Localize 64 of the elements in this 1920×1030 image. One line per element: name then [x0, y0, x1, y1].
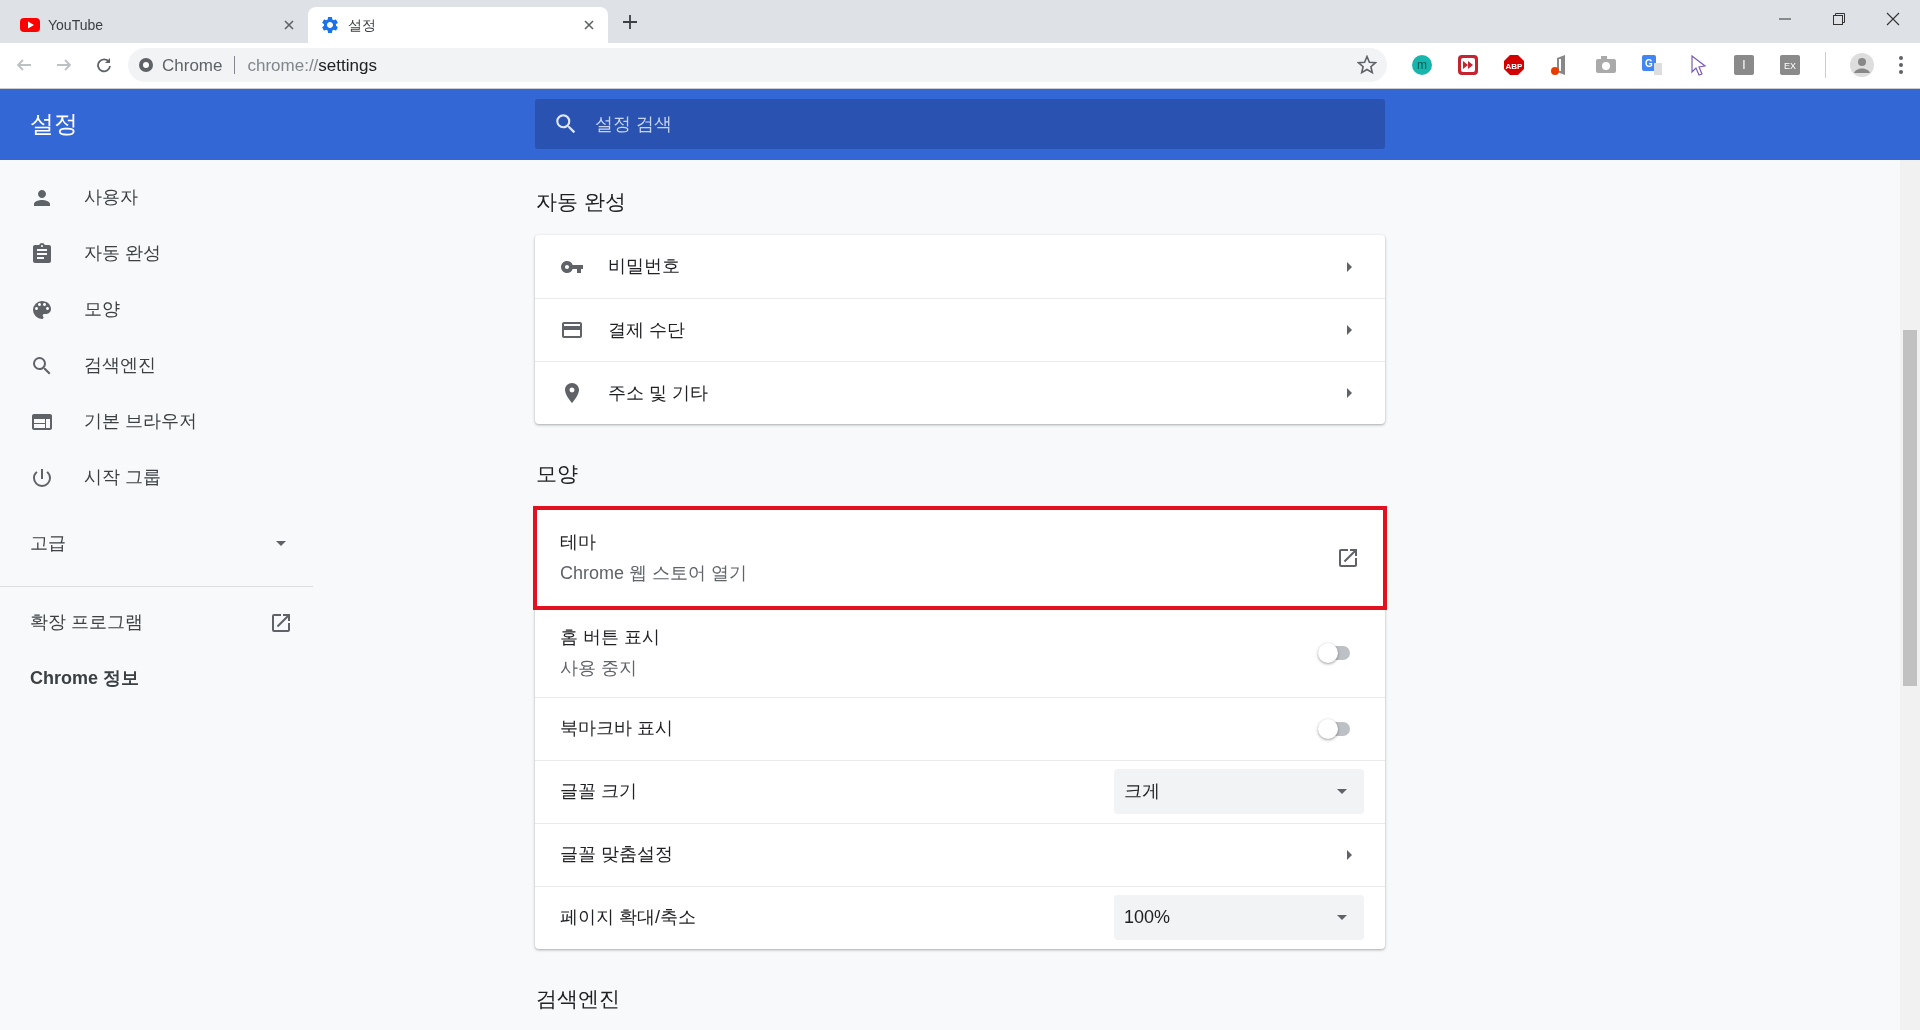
menu-icon[interactable]	[1898, 55, 1904, 76]
setting-label: 페이지 확대/축소	[560, 906, 697, 930]
setting-label: 글꼴 크기	[560, 780, 638, 804]
assignment-icon	[30, 241, 54, 266]
section-title: 모양	[536, 461, 579, 488]
tab-title: YouTube	[48, 15, 104, 35]
address-bar[interactable]: Chrome chrome://settings	[128, 48, 1388, 83]
section-title: 자동 완성	[536, 188, 627, 215]
dropdown-arrow-icon	[1337, 915, 1347, 921]
new-tab-icon[interactable]	[622, 14, 638, 30]
setting-label: 북마크바 표시	[560, 717, 674, 741]
browser-tab[interactable]: YouTube	[8, 7, 308, 43]
bookmark-star-icon[interactable]	[1357, 55, 1378, 76]
stop-sign-icon[interactable]: ABP	[1503, 54, 1526, 77]
settings-row[interactable]: 결제 수단	[535, 298, 1385, 362]
settings-row[interactable]: 주소 및 기타	[535, 361, 1385, 425]
chevron-right-icon	[1347, 325, 1352, 336]
scrollbar[interactable]	[1900, 159, 1920, 1030]
sidebar-item[interactable]: 검색엔진	[0, 337, 313, 394]
chevron-right-icon	[1347, 388, 1352, 399]
setting-label: 테마	[560, 530, 597, 554]
avatar-icon[interactable]	[1850, 53, 1874, 78]
sidebar-item[interactable]: 시작 그룹	[0, 449, 313, 506]
close-icon[interactable]	[282, 18, 296, 32]
setting-label: 비밀번호	[608, 255, 681, 279]
sidebar-item[interactable]: 모양	[0, 281, 313, 338]
toggle-switch[interactable]	[1318, 718, 1352, 739]
close-icon[interactable]	[1886, 12, 1900, 26]
page-title: 설정	[29, 109, 79, 140]
browser-tab[interactable]: 설정	[308, 7, 608, 43]
sidebar-item[interactable]: 자동 완성	[0, 225, 313, 282]
sidebar-link[interactable]: Chrome 정보	[0, 650, 313, 707]
settings-row[interactable]: 비밀번호	[535, 235, 1385, 299]
video-logo-icon	[20, 17, 40, 33]
sidebar-link[interactable]: 확장 프로그램	[0, 594, 313, 651]
setting-description: Chrome 웹 스토어 열기	[560, 561, 749, 585]
scrollbar-thumb[interactable]	[1903, 329, 1917, 686]
settings-icon	[320, 15, 340, 35]
dropdown-select[interactable]: 100%	[1114, 895, 1364, 941]
setting-label: 주소 및 기타	[608, 381, 709, 405]
settings-row[interactable]: 테마 Chrome 웹 스토어 열기	[535, 507, 1385, 608]
url-text: chrome://settings	[247, 54, 378, 77]
origin-label: Chrome	[162, 54, 223, 77]
fast-forward-icon[interactable]	[1457, 54, 1480, 77]
dropdown-arrow-icon	[1337, 789, 1347, 795]
chevron-right-icon	[1347, 261, 1352, 272]
settings-row[interactable]: 글꼴 맞춤설정	[535, 822, 1385, 886]
tab-title: 설정	[348, 15, 377, 35]
site-info-icon[interactable]	[138, 57, 154, 74]
chevron-right-icon	[1347, 849, 1352, 860]
sidebar-item[interactable]: 기본 브라우저	[0, 393, 313, 450]
section-title: 검색엔진	[536, 985, 621, 1012]
advanced-toggle[interactable]: 고급	[0, 515, 313, 572]
sidebar-item[interactable]: 사용자	[0, 169, 313, 226]
toggle-switch[interactable]	[1318, 642, 1352, 663]
close-icon[interactable]	[582, 18, 596, 32]
search-field[interactable]: 설정 검색	[535, 99, 1385, 150]
dropdown-select[interactable]: 크게	[1114, 769, 1364, 815]
setting-label: 홈 버튼 표시	[560, 625, 661, 649]
setting-label: 결제 수단	[608, 318, 686, 342]
reload-icon[interactable]	[96, 57, 112, 74]
setting-description: 사용 중지	[560, 656, 638, 680]
setting-label: 글꼴 맞춤설정	[560, 843, 674, 867]
restore-icon[interactable]	[1832, 12, 1846, 26]
